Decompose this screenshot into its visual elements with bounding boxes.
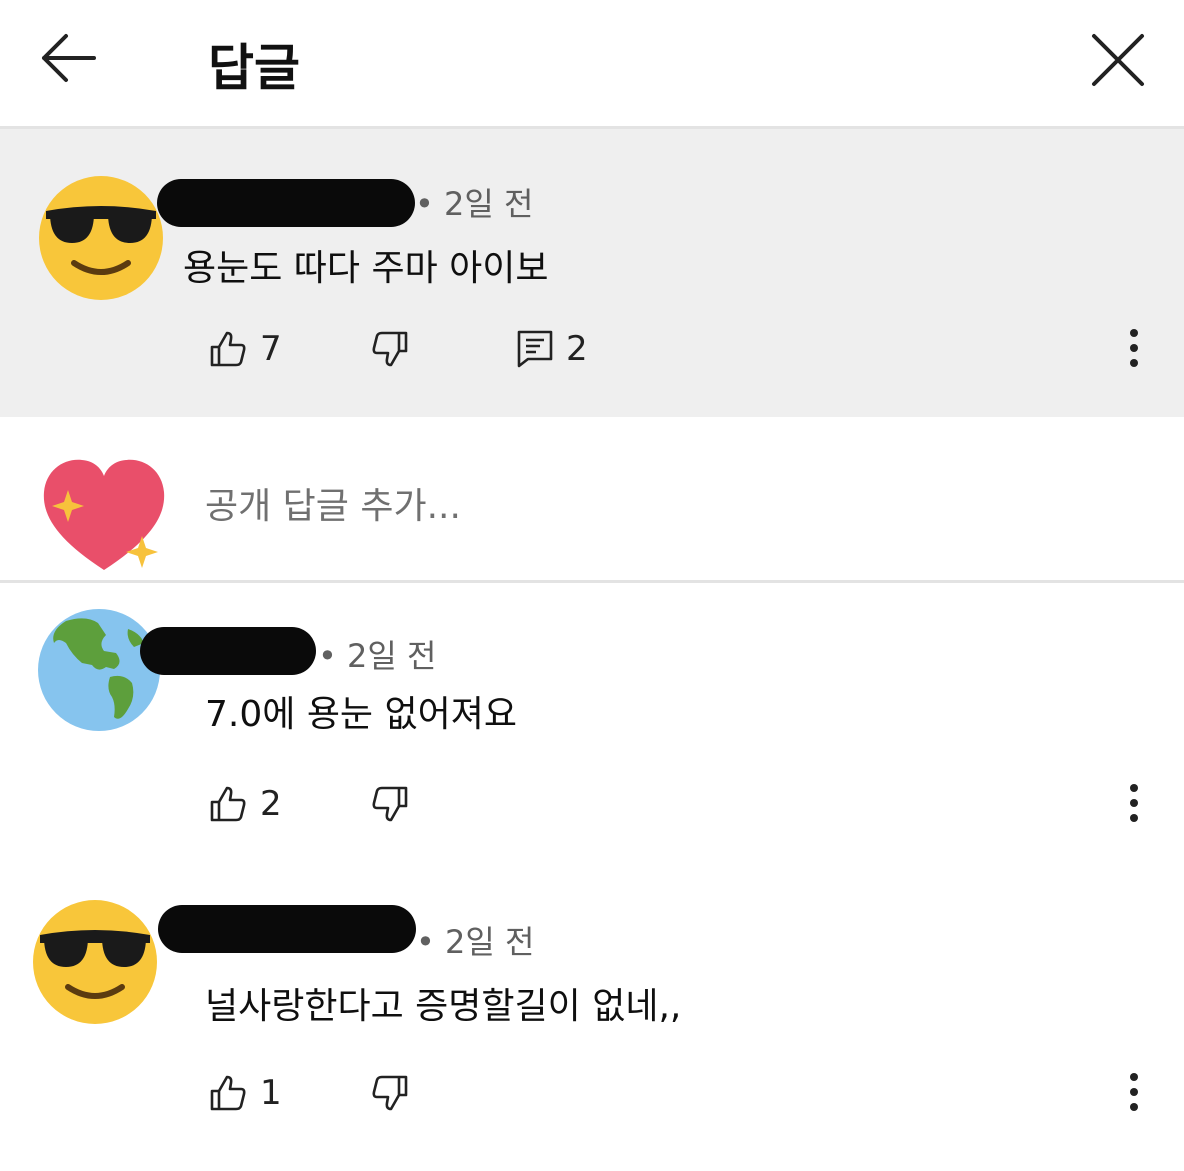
top-app-bar: 답글 <box>0 0 1184 129</box>
thumbs-up-icon <box>210 1075 246 1111</box>
more-options-button[interactable] <box>1114 780 1154 840</box>
more-vert-icon <box>1130 784 1138 822</box>
comment-text: 용눈도 따다 주마 아이보 <box>183 248 549 289</box>
author-avatar[interactable] <box>36 173 166 303</box>
comment-icon <box>517 330 553 368</box>
reply-count-button[interactable]: 2 <box>516 329 588 369</box>
comment-timestamp: • 2일 전 <box>415 185 534 223</box>
dislike-button[interactable] <box>370 784 410 824</box>
page-title: 답글 <box>208 39 300 97</box>
reply-count: 2 <box>566 329 588 369</box>
more-vert-icon <box>1130 329 1138 367</box>
thumbs-up-icon <box>210 331 246 367</box>
like-button[interactable]: 2 <box>208 784 282 824</box>
parent-comment: • 2일 전 용눈도 따다 주마 아이보 7 2 <box>0 129 1184 417</box>
dislike-button[interactable] <box>370 1073 410 1113</box>
thumbs-down-icon <box>372 331 408 367</box>
dislike-button[interactable] <box>370 329 410 369</box>
sparkling-heart-emoji-icon <box>43 459 165 570</box>
arrow-left-icon <box>42 34 96 82</box>
like-button[interactable]: 1 <box>208 1073 282 1113</box>
like-count: 1 <box>260 1073 282 1113</box>
close-icon <box>1092 34 1144 86</box>
author-name-redacted <box>157 179 415 227</box>
my-avatar <box>38 456 170 576</box>
earth-globe-emoji-icon <box>38 609 160 731</box>
author-name-redacted <box>158 905 416 953</box>
sunglasses-emoji-icon <box>39 176 163 300</box>
reply-comment: • 2일 전 7.0에 용눈 없어져요 2 <box>0 583 1184 863</box>
sunglasses-emoji-icon <box>33 900 157 1024</box>
author-name-redacted <box>140 627 316 675</box>
back-button[interactable] <box>38 30 98 86</box>
add-reply-section <box>0 420 1184 580</box>
comment-text: 널사랑한다고 증명할길이 없네,, <box>205 986 682 1027</box>
comment-timestamp: • 2일 전 <box>318 637 437 675</box>
like-count: 2 <box>260 784 282 824</box>
author-avatar[interactable] <box>30 897 160 1027</box>
like-count: 7 <box>260 329 282 369</box>
thumbs-up-icon <box>210 786 246 822</box>
comment-text: 7.0에 용눈 없어져요 <box>205 694 517 735</box>
reply-comment: • 2일 전 널사랑한다고 증명할길이 없네,, 1 <box>0 863 1184 1163</box>
close-button[interactable] <box>1088 30 1148 90</box>
more-options-button[interactable] <box>1114 325 1154 385</box>
author-avatar[interactable] <box>36 607 162 733</box>
reply-input[interactable] <box>205 480 1085 532</box>
more-options-button[interactable] <box>1114 1069 1154 1129</box>
more-vert-icon <box>1130 1073 1138 1111</box>
thumbs-down-icon <box>372 1075 408 1111</box>
comment-timestamp: • 2일 전 <box>416 923 535 961</box>
like-button[interactable]: 7 <box>208 329 282 369</box>
thumbs-down-icon <box>372 786 408 822</box>
